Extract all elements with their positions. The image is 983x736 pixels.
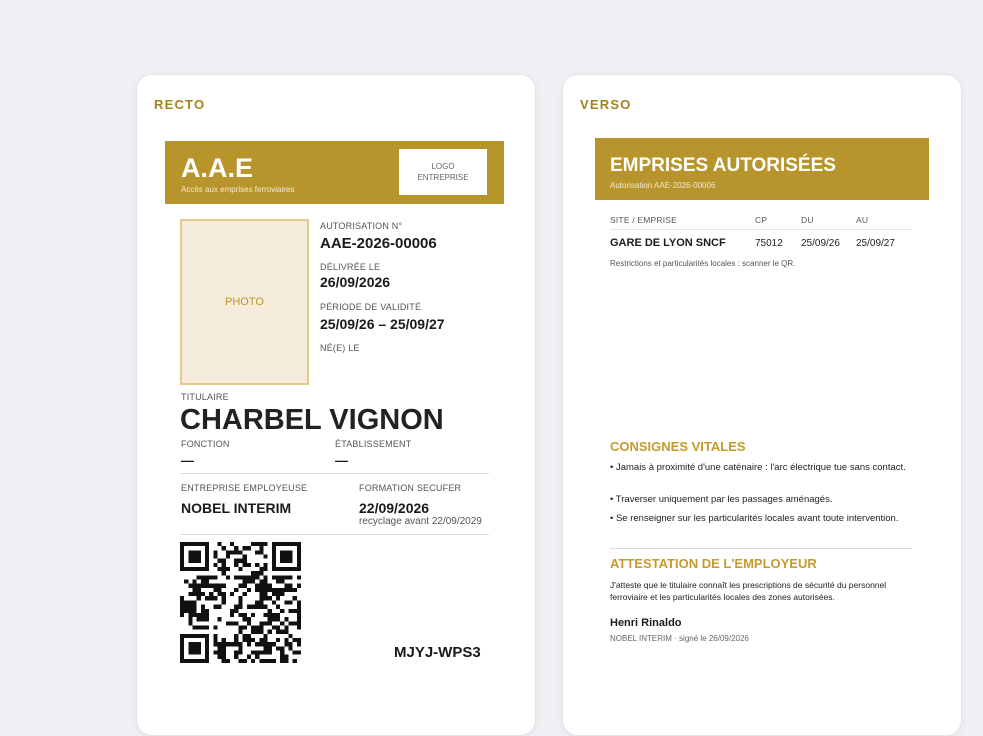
authorization-number: AAE-2026-00006 bbox=[320, 235, 437, 252]
table-cell-site: GARE DE LYON SNCF bbox=[610, 237, 726, 249]
training-note: recyclage avant 22/09/2029 bbox=[359, 516, 482, 527]
employer-value: NOBEL INTERIM bbox=[181, 500, 292, 516]
authorized-sites-subtitle: Autorisation AAE-2026-00006 bbox=[610, 181, 716, 190]
vital-item: • Traverser uniquement par les passages … bbox=[610, 494, 833, 505]
table-cell-cp: 75012 bbox=[755, 238, 783, 249]
vital-instructions-title: CONSIGNES VITALES bbox=[610, 439, 746, 454]
photo-placeholder: PHOTO bbox=[180, 219, 309, 385]
validity-period: 25/09/26 – 25/09/27 bbox=[320, 316, 445, 332]
table-header-cp: CP bbox=[755, 215, 768, 225]
employer-attestation-title: ATTESTATION DE L'EMPLOYEUR bbox=[610, 556, 817, 571]
logo-line-2: ENTREPRISE bbox=[417, 173, 469, 182]
employer-label: ENTREPRISE EMPLOYEUSE bbox=[181, 483, 308, 493]
logo-line-1: LOGO bbox=[431, 162, 455, 171]
table-header-du: DU bbox=[801, 215, 814, 225]
divider bbox=[180, 473, 489, 474]
vital-item: • Jamais à proximité d'une caténaire : l… bbox=[610, 462, 906, 473]
table-header-site: SITE / EMPRISE bbox=[610, 215, 678, 225]
signer-meta: NOBEL INTERIM · signé le 26/09/2026 bbox=[610, 634, 749, 643]
divider bbox=[180, 534, 489, 535]
authorized-sites-title: EMPRISES AUTORISÉES bbox=[610, 155, 836, 176]
qr-code-icon bbox=[180, 542, 301, 663]
function-label: FONCTION bbox=[181, 439, 230, 449]
aae-header-band: A.A.E Accès aux emprises ferroviaires LO… bbox=[165, 141, 504, 204]
holder-name: CHARBEL VIGNON bbox=[180, 404, 444, 436]
vital-item: • Se renseigner sur les particularités l… bbox=[610, 513, 899, 524]
establishment-label: ÉTABLISSEMENT bbox=[335, 439, 412, 449]
recto-panel: RECTO A.A.E Accès aux emprises ferroviai… bbox=[136, 74, 536, 736]
function-value: — bbox=[181, 453, 194, 468]
issued-date: 26/09/2026 bbox=[320, 274, 391, 290]
table-divider bbox=[610, 229, 912, 230]
aae-title: A.A.E bbox=[181, 153, 254, 183]
signer-name: Henri Rinaldo bbox=[610, 617, 682, 629]
training-date: 22/09/2026 bbox=[359, 500, 430, 516]
company-logo-placeholder: LOGO ENTREPRISE bbox=[399, 149, 487, 195]
table-cell-du: 25/09/26 bbox=[801, 238, 840, 249]
attestation-text: J'atteste que le titulaire connaît les p… bbox=[610, 580, 887, 602]
issued-label: DÉLIVRÉE LE bbox=[320, 262, 381, 272]
authorization-label: AUTORISATION N° bbox=[320, 221, 403, 231]
restrictions-note: Restrictions et particularités locales :… bbox=[610, 259, 796, 268]
recto-heading: RECTO bbox=[154, 97, 206, 112]
validity-label: PÉRIODE DE VALIDITÉ bbox=[320, 302, 422, 312]
photo-label: PHOTO bbox=[225, 296, 264, 308]
training-label: FORMATION SECUFER bbox=[359, 483, 462, 493]
verso-panel: VERSO EMPRISES AUTORISÉES Autorisation A… bbox=[562, 74, 962, 736]
card-code: MJYJ-WPS3 bbox=[394, 644, 481, 661]
authorized-sites-header-band: EMPRISES AUTORISÉES Autorisation AAE-202… bbox=[595, 138, 929, 200]
table-header-au: AU bbox=[856, 215, 869, 225]
establishment-value: — bbox=[335, 453, 348, 468]
holder-label: TITULAIRE bbox=[181, 392, 229, 402]
born-label: NÉ(E) LE bbox=[320, 343, 360, 353]
divider bbox=[610, 548, 912, 549]
aae-subtitle: Accès aux emprises ferroviaires bbox=[181, 185, 295, 194]
table-cell-au: 25/09/27 bbox=[856, 238, 895, 249]
verso-heading: VERSO bbox=[580, 97, 632, 112]
